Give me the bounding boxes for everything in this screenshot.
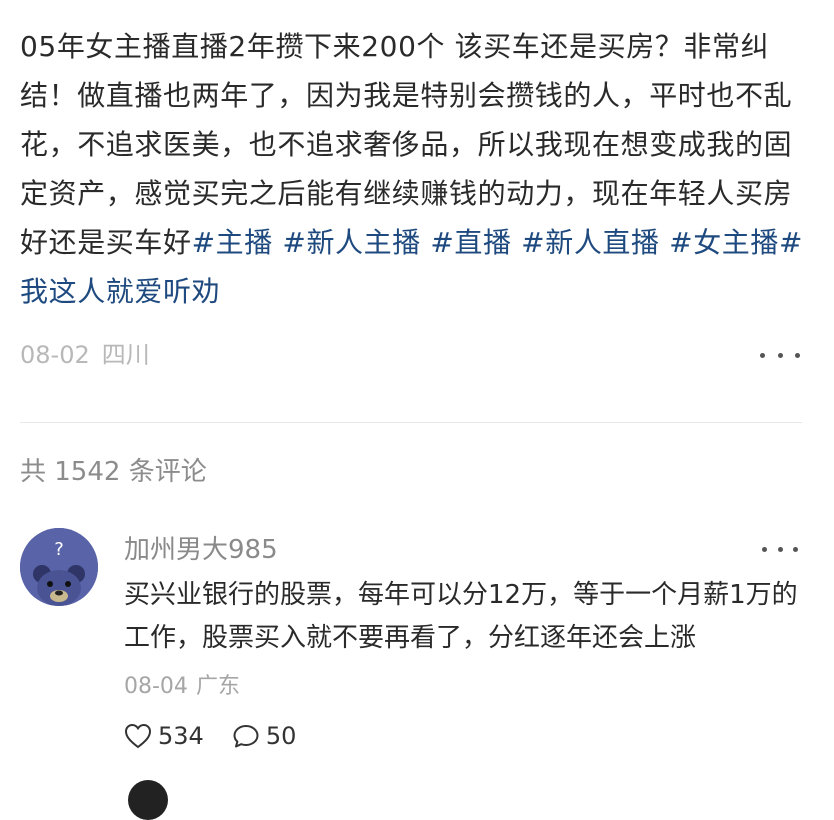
comment-text: 买兴业银行的股票，每年可以分12万，等于一个月薪1万的工作，股票买入就不要再看了… [124, 580, 798, 653]
hashtag-link[interactable]: #直播 [430, 226, 511, 259]
more-dots-icon[interactable] [760, 338, 800, 372]
bear-avatar-icon: ? [20, 528, 98, 606]
hashtag-link[interactable]: #主播 [192, 226, 273, 259]
hashtag-link[interactable]: #女主播 [669, 226, 779, 259]
hashtag-link[interactable]: #新人主播 [282, 226, 420, 259]
comment-date: 08-04 [124, 674, 188, 699]
post-text: 05年女主播直播2年攒下来200个 该买车还是买房？非常纠结！做直播也两年了，因… [20, 30, 793, 259]
reply-button[interactable]: 50 [232, 722, 297, 750]
divider [20, 422, 802, 423]
like-button[interactable]: 534 [124, 722, 204, 750]
reply-count: 50 [265, 722, 297, 750]
comment-author[interactable]: 加州男大985 [124, 530, 278, 570]
comment-count: 共 1542 条评论 [20, 457, 207, 487]
post-body: 05年女主播直播2年攒下来200个 该买车还是买房？非常纠结！做直播也两年了，因… [20, 22, 810, 316]
like-count: 534 [158, 722, 204, 750]
svg-text:?: ? [54, 539, 64, 560]
post-date: 08-02 [20, 341, 90, 369]
more-dots-icon[interactable] [762, 534, 798, 564]
heart-icon [124, 723, 152, 749]
hashtag-link[interactable]: #新人直播 [521, 226, 659, 259]
comment-region: 广东 [195, 674, 240, 699]
comment-item: ? 加州男大985 买兴业银行的股票，每年可以分12万，等于一个月薪1万的工作，… [20, 528, 802, 768]
comment-bubble-icon [233, 725, 259, 748]
post-meta: 08-02 四川 [20, 338, 800, 372]
post-region: 四川 [101, 341, 150, 369]
avatar[interactable]: ? [20, 528, 98, 606]
comment-meta: 08-04 广东 [124, 670, 240, 704]
next-comment-avatar[interactable] [128, 780, 168, 820]
comment-actions: 534 50 [124, 716, 324, 756]
